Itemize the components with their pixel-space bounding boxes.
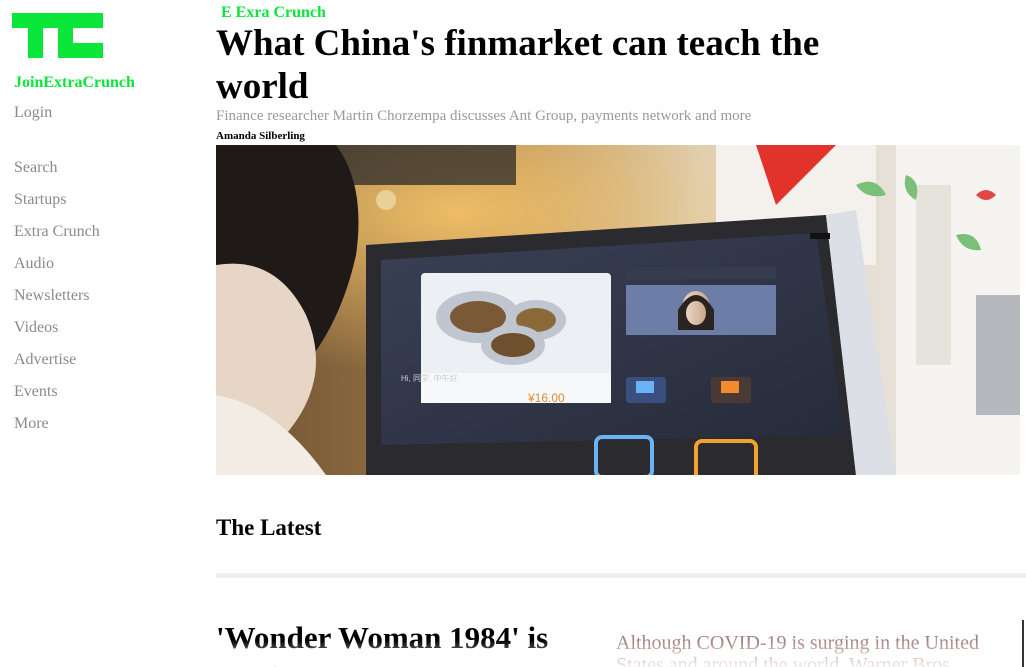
sidebar-item-events[interactable]: Events [14,382,100,414]
story-excerpt: Although COVID-19 is surging in the Unit… [616,632,979,667]
sidebar-item-search[interactable]: Search [14,158,100,190]
scrollbar-edge[interactable] [1022,620,1024,667]
hero-photo-kiosk: ¥16.00 Hi, 同学, 中午好 [216,145,1020,475]
hero-image[interactable]: ¥16.00 Hi, 同学, 中午好 [216,145,1020,475]
article-headline[interactable]: What China's finmarket can teach the wor… [216,22,856,108]
kiosk-price: ¥16.00 [527,391,565,405]
article-kicker[interactable]: E Exra Crunch [221,4,326,22]
tc-logo-icon [12,13,103,58]
tc-logo[interactable] [12,13,103,58]
article-subhead: Finance researcher Martin Chorzempa disc… [216,108,752,124]
latest-heading: The Latest [216,515,322,540]
sidebar-item-extra-crunch[interactable]: Extra Crunch [14,222,100,254]
story-title[interactable]: 'Wonder Woman 1984' is coming to HBO Max [216,618,576,667]
login-link[interactable]: Login [14,104,52,122]
sidebar-item-startups[interactable]: Startups [14,190,100,222]
sidebar-item-advertise[interactable]: Advertise [14,350,100,382]
sidebar-item-videos[interactable]: Videos [14,318,100,350]
article-author[interactable]: Amanda Silberling [216,130,305,142]
section-divider [216,573,1026,578]
sidebar-nav: Search Startups Extra Crunch Audio Newsl… [14,158,100,446]
sidebar-item-more[interactable]: More [14,414,100,446]
sidebar-item-newsletters[interactable]: Newsletters [14,286,100,318]
sidebar: JoinExtraCrunch Login Search Startups Ex… [0,0,200,667]
kiosk-greeting: Hi, 同学, 中午好 [401,373,457,383]
join-extra-crunch-link[interactable]: JoinExtraCrunch [14,74,135,92]
sidebar-item-audio[interactable]: Audio [14,254,100,286]
page: JoinExtraCrunch Login Search Startups Ex… [0,0,1026,667]
main-content: E Exra Crunch What China's finmarket can… [216,0,1026,667]
